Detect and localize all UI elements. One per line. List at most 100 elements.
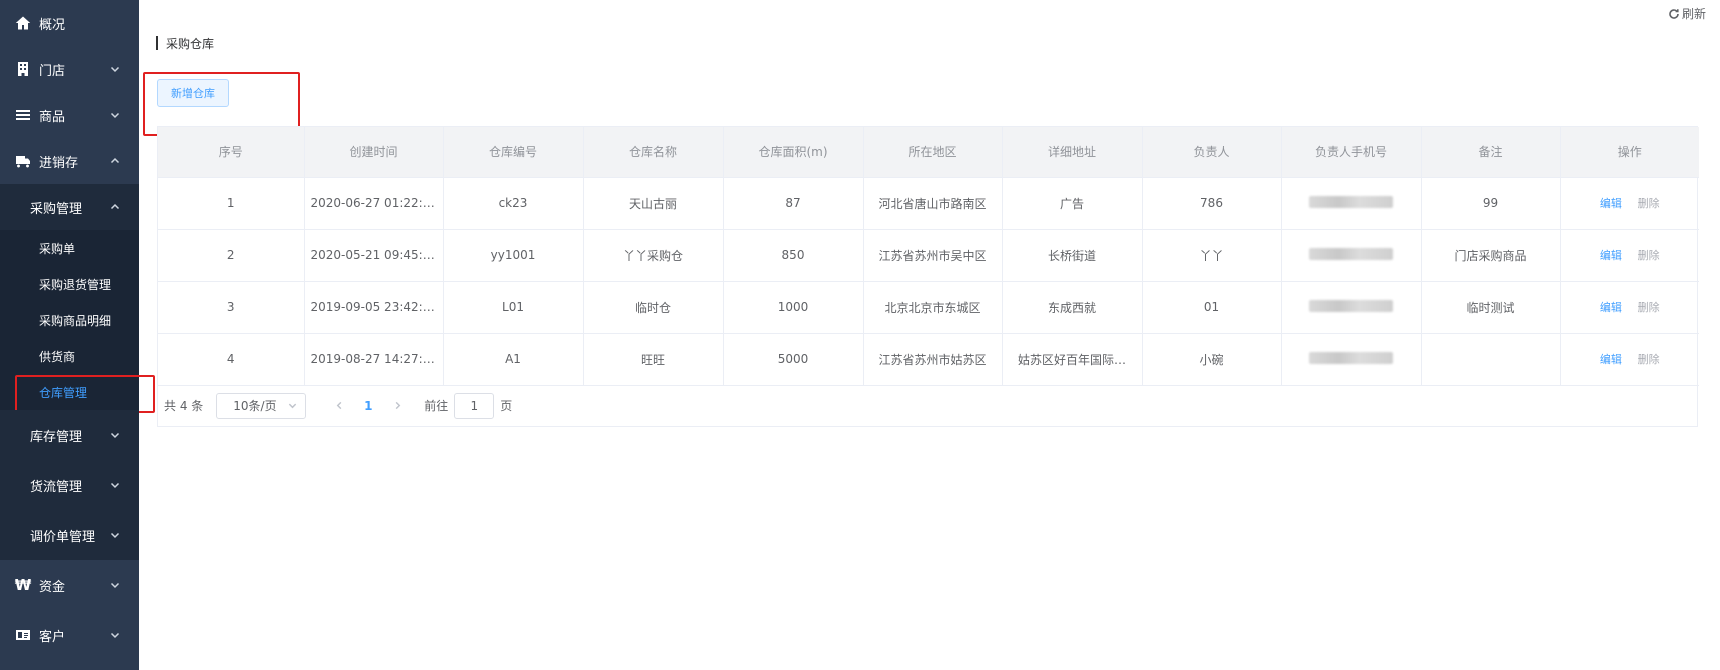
- cell-code: L01: [443, 281, 584, 334]
- cell-phone: [1281, 229, 1422, 282]
- cell-address: 广告: [1002, 177, 1143, 230]
- sidebar-item-store[interactable]: 门店: [0, 46, 139, 92]
- cell-address: 东成西就: [1002, 281, 1143, 334]
- sidebar-item-purchase-mgmt[interactable]: 采购管理: [0, 184, 139, 230]
- cell-manager: 丫丫: [1142, 229, 1282, 282]
- column-header: 操作: [1560, 127, 1699, 178]
- cell-actions: 编辑 删除: [1560, 177, 1699, 230]
- delete-button[interactable]: 删除: [1638, 353, 1660, 366]
- cell-actions: 编辑 删除: [1560, 333, 1699, 386]
- cell-region: 江苏省苏州市姑苏区: [863, 333, 1003, 386]
- sidebar-item-label: 供货商: [39, 349, 76, 364]
- redacted-phone: [1309, 195, 1393, 208]
- home-icon: [14, 14, 32, 32]
- cell-address: 长桥街道: [1002, 229, 1143, 282]
- page-number-current[interactable]: 1: [352, 399, 384, 413]
- sidebar-item-supplier[interactable]: 供货商: [0, 338, 139, 374]
- cell-name: 丫丫采购仓: [583, 229, 724, 282]
- edit-button[interactable]: 编辑: [1600, 301, 1622, 314]
- chevron-down-icon: [110, 480, 120, 490]
- column-header: 负责人手机号: [1281, 127, 1422, 178]
- sidebar-item-label: 仓库管理: [39, 385, 88, 400]
- sidebar-item-funds[interactable]: ₩ 资金: [0, 560, 139, 610]
- sidebar-item-customers[interactable]: 客户: [0, 610, 139, 660]
- goto-page-input[interactable]: [454, 392, 495, 419]
- cell-no: 2: [158, 229, 305, 282]
- cell-name: 天山古丽: [583, 177, 724, 230]
- sidebar-item-goods[interactable]: 商品: [0, 92, 139, 138]
- sidebar-item-overview[interactable]: 概况: [0, 0, 139, 46]
- cell-manager: 01: [1142, 281, 1282, 334]
- sidebar-item-purchase-goods-detail[interactable]: 采购商品明细: [0, 302, 139, 338]
- column-header: 仓库编号: [443, 127, 584, 178]
- redacted-phone: [1309, 247, 1393, 260]
- cell-manager: 786: [1142, 177, 1282, 230]
- page-title: 采购仓库: [156, 36, 214, 51]
- page-size-select[interactable]: 10条/页: [216, 392, 307, 419]
- delete-button[interactable]: 删除: [1638, 197, 1660, 210]
- cell-created: 2020-06-27 01:22:59: [304, 177, 444, 230]
- cell-created: 2019-09-05 23:42:48: [304, 281, 444, 334]
- column-header: 仓库面积(m): [723, 127, 864, 178]
- sidebar-item-label: 进销存: [39, 155, 79, 171]
- cell-no: 4: [158, 333, 305, 386]
- add-warehouse-button[interactable]: 新增仓库: [157, 79, 229, 107]
- cell-actions: 编辑 删除: [1560, 229, 1699, 282]
- building-icon: [14, 60, 32, 78]
- chevron-up-icon: [110, 156, 120, 166]
- sidebar-item-price-adjust-mgmt[interactable]: 调价单管理: [0, 510, 139, 560]
- chevron-left-icon: [336, 401, 342, 410]
- sidebar-item-logistics-mgmt[interactable]: 货流管理: [0, 460, 139, 510]
- table-header-row: 序号 创建时间 仓库编号 仓库名称 仓库面积(m) 所在地区 详细地址 负责人 …: [158, 127, 1699, 178]
- sidebar-item-label: 商品: [39, 109, 66, 125]
- redacted-phone: [1309, 351, 1393, 364]
- cell-manager: 小碗: [1142, 333, 1282, 386]
- sidebar-item-purchase-order[interactable]: 采购单: [0, 230, 139, 266]
- column-header: 备注: [1421, 127, 1561, 178]
- sidebar-item-label: 门店: [39, 63, 66, 79]
- table-row: 3 2019-09-05 23:42:48 L01 临时仓 1000 北京北京市…: [158, 281, 1699, 334]
- cell-created: 2020-05-21 09:45:07: [304, 229, 444, 282]
- column-header: 序号: [158, 127, 305, 178]
- sidebar-item-warehouse-mgmt[interactable]: 仓库管理: [0, 374, 155, 413]
- edit-button[interactable]: 编辑: [1600, 353, 1622, 366]
- cell-region: 江苏省苏州市吴中区: [863, 229, 1003, 282]
- main-content: 刷新 采购仓库 新增仓库 序号 创建时间 仓库编号 仓库名称 仓库面积(m) 所…: [139, 0, 1720, 670]
- sidebar-item-label: 调价单管理: [30, 529, 96, 545]
- sidebar-item-label: 采购商品明细: [39, 313, 112, 328]
- chevron-down-icon: [110, 110, 120, 120]
- list-icon: [14, 106, 32, 124]
- refresh-button[interactable]: 刷新: [1668, 5, 1706, 22]
- cell-area: 5000: [723, 333, 864, 386]
- cell-remark: 99: [1421, 177, 1561, 230]
- table-row: 4 2019-08-27 14:27:24 A1 旺旺 5000 江苏省苏州市姑…: [158, 333, 1699, 386]
- column-header: 仓库名称: [583, 127, 724, 178]
- sidebar-item-purchase-return[interactable]: 采购退货管理: [0, 266, 139, 302]
- chevron-down-icon: [289, 403, 297, 409]
- warehouse-table: 序号 创建时间 仓库编号 仓库名称 仓库面积(m) 所在地区 详细地址 负责人 …: [157, 126, 1699, 427]
- sidebar: 概况 门店 商品 进销存 采购管理 采购单 采购退货管理 采购商品明细 供货商: [0, 0, 155, 670]
- chevron-up-icon: [110, 202, 120, 212]
- table-row: 1 2020-06-27 01:22:59 ck23 天山古丽 87 河北省唐山…: [158, 177, 1699, 230]
- chevron-down-icon: [110, 530, 120, 540]
- column-header: 所在地区: [863, 127, 1003, 178]
- chevron-down-icon: [110, 64, 120, 74]
- column-header: 负责人: [1142, 127, 1282, 178]
- refresh-label: 刷新: [1681, 7, 1706, 21]
- cell-no: 3: [158, 281, 305, 334]
- page-size-value: 10条/页: [233, 399, 277, 413]
- edit-button[interactable]: 编辑: [1600, 197, 1622, 210]
- prev-page-button[interactable]: [326, 393, 352, 419]
- cell-remark: 临时测试: [1421, 281, 1561, 334]
- edit-button[interactable]: 编辑: [1600, 249, 1622, 262]
- cell-region: 北京北京市东城区: [863, 281, 1003, 334]
- truck-icon: [14, 152, 32, 170]
- sidebar-item-label: 概况: [39, 17, 66, 33]
- sidebar-item-inventory[interactable]: 进销存: [0, 138, 139, 184]
- sidebar-item-stock-mgmt[interactable]: 库存管理: [0, 410, 139, 460]
- delete-button[interactable]: 删除: [1638, 301, 1660, 314]
- next-page-button[interactable]: [384, 393, 410, 419]
- cell-no: 1: [158, 177, 305, 230]
- cell-phone: [1281, 177, 1422, 230]
- delete-button[interactable]: 删除: [1638, 249, 1660, 262]
